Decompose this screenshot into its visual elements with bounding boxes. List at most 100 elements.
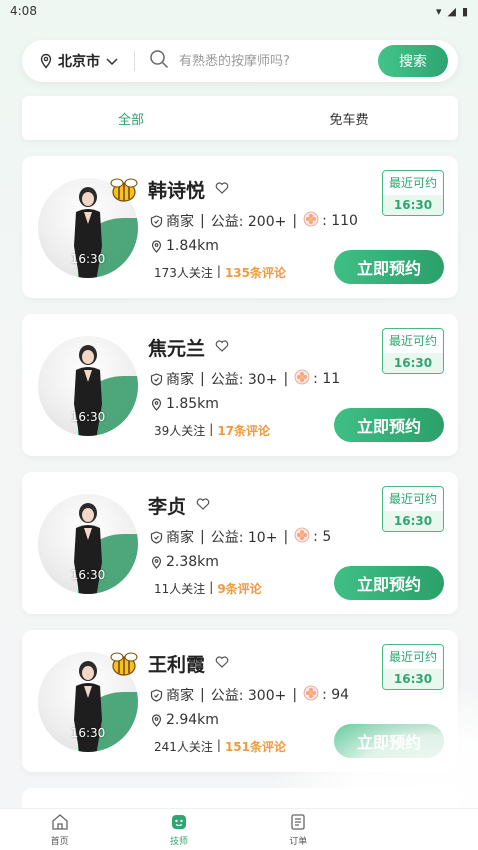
- therapist-name: 韩诗悦: [148, 180, 206, 202]
- separator: |: [283, 529, 289, 545]
- orders-icon: [291, 814, 305, 830]
- flower-icon: [303, 685, 319, 705]
- tab-free-fare[interactable]: 免车费: [240, 109, 458, 128]
- status-bar: 4:08 ▾ ◢ ▮: [0, 0, 478, 22]
- flower-icon: [294, 369, 310, 389]
- bottom-nav: 首页 技师 订单: [0, 808, 478, 850]
- availability-box: 最近可约 16:30: [382, 644, 444, 690]
- therapist-avatar[interactable]: 16:30: [38, 494, 138, 594]
- distance-value: 1.84km: [166, 238, 219, 254]
- battery-icon: ▮: [461, 4, 468, 18]
- merchant-label: 商家: [166, 688, 194, 704]
- location-pin-icon: [151, 239, 162, 253]
- avatar-time: 16:30: [70, 726, 106, 740]
- flower-icon: [294, 527, 310, 547]
- search-bar: 北京市 搜索: [22, 40, 458, 82]
- therapist-name: 焦元兰: [148, 338, 206, 360]
- flower-icon: [303, 211, 319, 231]
- follow-row: 11人关注 | 9条评论: [154, 580, 262, 597]
- name-row: 焦元兰: [148, 334, 229, 361]
- wifi-icon: ▾: [435, 4, 442, 18]
- distance-row: 2.94km: [150, 712, 219, 728]
- availability-label: 最近可约: [388, 334, 437, 348]
- search-button[interactable]: 搜索: [378, 45, 448, 77]
- signal-icon: ◢: [447, 4, 456, 18]
- location-pin-icon: [151, 555, 162, 569]
- availability-label: 最近可约: [388, 650, 437, 664]
- availability-label: 最近可约: [388, 176, 437, 190]
- separator: |: [292, 213, 298, 229]
- therapist-avatar[interactable]: 16:30: [38, 336, 138, 436]
- therapist-name: 李贞: [148, 496, 187, 518]
- separator: |: [216, 264, 221, 278]
- merchant-label: 商家: [166, 530, 194, 546]
- shield-icon: [150, 372, 163, 386]
- shield-icon: [150, 214, 163, 228]
- merchant-label: 商家: [166, 372, 194, 388]
- nav-home[interactable]: 首页: [50, 812, 70, 847]
- meta-row: 商家 | 公益: 200+ | : 110: [150, 211, 358, 231]
- divider: [134, 51, 135, 71]
- book-now-button[interactable]: 立即预约: [334, 566, 444, 600]
- reviews-link[interactable]: 151条评论: [225, 738, 286, 755]
- separator: |: [200, 371, 205, 387]
- separator: |: [200, 213, 205, 229]
- location-pin-icon: [40, 53, 52, 69]
- therapist-card[interactable]: 16:30 韩诗悦 商家 | 公益: 200+ |: 110 1.84km 1…: [22, 156, 458, 298]
- availability-label: 最近可约: [388, 492, 437, 506]
- status-time: 4:08: [10, 4, 37, 18]
- reviews-link[interactable]: 9条评论: [217, 580, 261, 597]
- meta-row: 商家 | 公益: 10+ | : 5: [150, 527, 331, 547]
- availability-time: 16:30: [383, 195, 443, 215]
- follow-row: 39人关注 | 17条评论: [154, 422, 270, 439]
- flower-count: : 11: [313, 371, 341, 387]
- reviews-link[interactable]: 17条评论: [217, 422, 270, 439]
- followers-count: 173人关注: [154, 266, 213, 280]
- therapist-card[interactable]: 16:30 王利霞 商家 | 公益: 300+ |: 94 2.94km 24…: [22, 630, 458, 772]
- shield-icon: [150, 530, 163, 544]
- meta-row: 商家 | 公益: 30+ | : 11: [150, 369, 340, 389]
- avatar-time: 16:30: [70, 410, 106, 424]
- availability-time: 16:30: [383, 511, 443, 531]
- filter-tabs: 全部 免车费: [22, 96, 458, 140]
- search-input[interactable]: [179, 53, 378, 69]
- book-now-button[interactable]: 立即预约: [334, 250, 444, 284]
- charity-label: 公益: 300+: [210, 688, 287, 704]
- nav-orders[interactable]: 订单: [288, 812, 308, 847]
- location-pin-icon: [151, 713, 162, 727]
- distance-row: 1.85km: [150, 396, 219, 412]
- heart-icon[interactable]: [215, 654, 229, 673]
- avatar-time: 16:30: [70, 252, 106, 266]
- therapist-card[interactable]: 16:30 李贞 商家 | 公益: 10+ | : 5 2.38km 11人关注…: [22, 472, 458, 614]
- separator: |: [283, 371, 289, 387]
- nav-home-label: 首页: [50, 837, 69, 847]
- therapist-card[interactable]: 16:30 焦元兰 商家 | 公益: 30+ | : 11 1.85km 39人…: [22, 314, 458, 456]
- flower-count: : 110: [322, 213, 358, 229]
- charity-label: 公益: 10+: [210, 530, 278, 546]
- distance-row: 1.84km: [150, 238, 219, 254]
- therapist-icon: [171, 815, 186, 829]
- reviews-link[interactable]: 135条评论: [225, 264, 286, 281]
- book-now-button[interactable]: 立即预约: [334, 724, 444, 758]
- separator: |: [216, 738, 221, 752]
- bee-badge-icon: [110, 652, 138, 676]
- distance-value: 2.94km: [166, 712, 219, 728]
- heart-icon[interactable]: [215, 338, 229, 357]
- bee-badge-icon: [110, 178, 138, 202]
- search-icon: [149, 49, 169, 73]
- separator: |: [200, 529, 205, 545]
- home-icon: [52, 814, 68, 830]
- book-now-button[interactable]: 立即预约: [334, 408, 444, 442]
- tab-all[interactable]: 全部: [22, 109, 240, 128]
- avatar-time: 16:30: [70, 568, 106, 582]
- status-icons: ▾ ◢ ▮: [436, 5, 468, 18]
- separator: |: [209, 580, 214, 594]
- charity-label: 公益: 30+: [210, 372, 278, 388]
- shield-icon: [150, 688, 163, 702]
- heart-icon[interactable]: [196, 496, 210, 515]
- city-selector[interactable]: 北京市: [38, 51, 120, 71]
- heart-icon[interactable]: [215, 180, 229, 199]
- city-label: 北京市: [58, 54, 100, 70]
- distance-value: 2.38km: [166, 554, 219, 570]
- nav-therapist[interactable]: 技师: [169, 812, 189, 847]
